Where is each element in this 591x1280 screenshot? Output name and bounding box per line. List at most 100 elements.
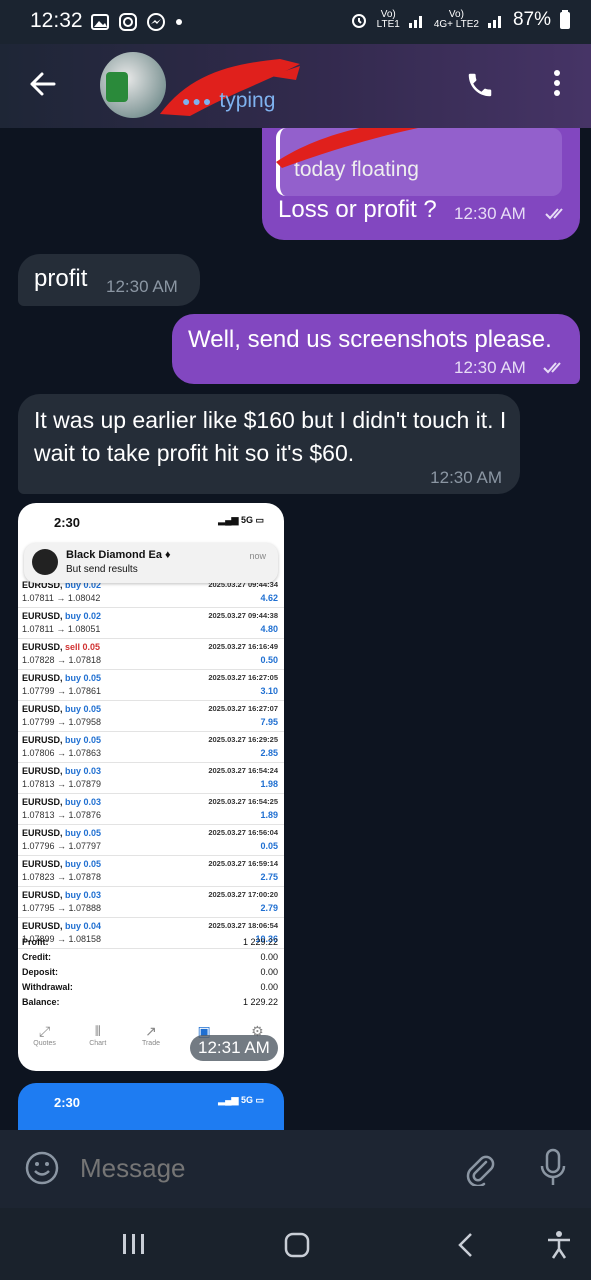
trade-symbol: EURUSD, buy 0.03 [22,766,102,776]
trade-row: EURUSD, sell 0.05 1.07828 → 1.07818 2025.0… [18,639,284,670]
dot-icon [176,19,182,25]
phone-icon[interactable] [465,70,495,100]
emoji-icon[interactable] [24,1150,60,1186]
totals-label: Credit: [22,952,51,962]
ss-status-bar: 2:30 ▂▄▆ 5G ▭ [18,503,284,543]
system-icons: Vo) LTE1 Vo) 4G+ LTE2 87% [349,9,571,31]
message-outgoing[interactable]: today floating Loss or profit ? 12:30 AM [262,128,580,240]
trade-datetime: 2025.03.27 16:27:05 [208,673,278,682]
trade-datetime: 2025.03.27 16:59:14 [208,859,278,868]
message-time: 12:31 AM [190,1035,278,1061]
trade-row: EURUSD, buy 0.03 1.07813 → 1.07876 2025.03… [18,794,284,825]
back-icon[interactable] [456,1232,476,1258]
trade-profit: 2.79 [260,903,278,913]
trade-profit: 2.75 [260,872,278,882]
trade-datetime: 2025.03.27 16:54:25 [208,797,278,806]
message-time: 12:30 AM [454,204,526,223]
accessibility-icon[interactable] [546,1230,572,1260]
message-time: 12:30 AM [454,358,526,377]
notification-time: now [249,551,266,561]
trade-prices: 1.07813 → 1.07876 [22,810,102,820]
totals-value: 0.00 [260,967,278,977]
double-check-icon [543,362,561,374]
message-input[interactable] [78,1152,442,1185]
totals-label: Profit: [22,937,49,947]
message-list[interactable]: today floating Loss or profit ? 12:30 AM… [0,128,591,1130]
trade-side: buy 0.05 [65,735,102,745]
trade-row: EURUSD, buy 0.05 1.07806 → 1.07863 2025.03… [18,732,284,763]
trade-datetime: 2025.03.27 16:56:04 [208,828,278,837]
notification-avatar [32,549,58,575]
trade-side: buy 0.05 [65,704,102,714]
trade-prices: 1.07806 → 1.07863 [22,748,102,758]
status-time: 12:32 [30,9,83,32]
trade-prices: 1.07811 → 1.08042 [22,593,101,603]
totals-value: 0.00 [260,982,278,992]
trade-symbol: EURUSD, buy 0.05 [22,859,102,869]
totals-row: Deposit: 0.00 [18,967,284,982]
totals-row: Credit: 0.00 [18,952,284,967]
trade-symbol: EURUSD, sell 0.05 [22,642,101,652]
ss2-signal: ▂▄▆ 5G ▭ [218,1095,264,1105]
trade-side: buy 0.05 [65,859,102,869]
trade-symbol: EURUSD, buy 0.03 [22,797,102,807]
totals-row: Balance: 1 229.22 [18,997,284,1012]
trade-symbol: EURUSD, buy 0.05 [22,704,102,714]
totals-label: Withdrawal: [22,982,73,992]
message-text: It was up earlier like $160 but I didn't… [34,407,507,466]
trade-side: buy 0.05 [65,673,102,683]
message-text: profit [34,265,88,292]
trade-datetime: 2025.03.27 16:16:49 [208,642,278,651]
instagram-icon [119,13,137,31]
message-time: 12:30 AM [106,277,178,296]
attach-icon[interactable] [462,1150,498,1186]
message-text: Loss or profit ? [278,196,437,223]
image-message[interactable]: 2:30 ▂▄▆ 5G ▭ Black Diamond Ea ♦ But sen… [18,503,284,1071]
battery-percent: 87% [512,9,551,30]
trade-symbol: EURUSD, buy 0.05 [22,828,102,838]
trade-side: buy 0.02 [65,611,102,621]
notification-icons [90,12,184,32]
trade-profit: 1.89 [260,810,278,820]
trade-profit: 4.80 [260,624,278,634]
message-outgoing[interactable]: Well, send us screenshots please. 12:30 … [172,314,580,384]
gallery-icon [91,14,109,30]
trade-prices: 1.07813 → 1.07879 [22,779,102,789]
totals-value: 1 229.22 [242,997,278,1007]
trade-symbol: EURUSD, buy 0.04 [22,921,102,931]
more-options-icon[interactable] [553,68,561,98]
home-icon[interactable] [284,1232,310,1258]
message-incoming[interactable]: profit 12:30 AM [18,254,200,306]
trade-row: EURUSD, buy 0.02 1.07811 → 1.08051 2025.03… [18,608,284,639]
signal-icon [408,16,422,28]
microphone-icon[interactable] [538,1148,568,1188]
message-incoming[interactable]: It was up earlier like $160 but I didn't… [18,394,520,494]
image-message-2[interactable]: 2:30 ▂▄▆ 5G ▭ [18,1083,284,1130]
sim1-label: Vo) LTE1 [376,9,400,30]
notification-title: Black Diamond Ea ♦ [66,549,171,561]
trade-profit: 2.85 [260,748,278,758]
message-time: 12:30 AM [430,468,502,487]
ss-tab-trade: ↗ Trade [141,1023,160,1047]
trade-side: buy 0.03 [65,797,102,807]
recent-apps-icon[interactable] [120,1232,148,1256]
trade-datetime: 2025.03.27 16:27:07 [208,704,278,713]
composer [0,1130,591,1208]
totals-value: 1 229.22 [242,937,278,947]
alarm-icon [351,14,366,28]
trade-profit: 1.98 [260,779,278,789]
totals-value: 0.00 [260,952,278,962]
system-nav-bar [0,1208,591,1280]
trade-row: EURUSD, buy 0.03 1.07813 → 1.07879 2025.03… [18,763,284,794]
totals-label: Deposit: [22,967,58,977]
trade-side: sell 0.05 [65,642,101,652]
totals-row: Profit: 1 229.22 [18,937,284,952]
trade-side: buy 0.04 [65,921,102,931]
trade-prices: 1.07799 → 1.07958 [22,717,102,727]
trade-profit: 0.50 [260,655,278,665]
back-arrow-icon[interactable] [26,68,58,100]
trade-profit: 7.95 [260,717,278,727]
trade-row: EURUSD, buy 0.05 1.07823 → 1.07878 2025.03… [18,856,284,887]
totals-label: Balance: [22,997,60,1007]
typing-indicator: ●●● typing [182,89,276,112]
